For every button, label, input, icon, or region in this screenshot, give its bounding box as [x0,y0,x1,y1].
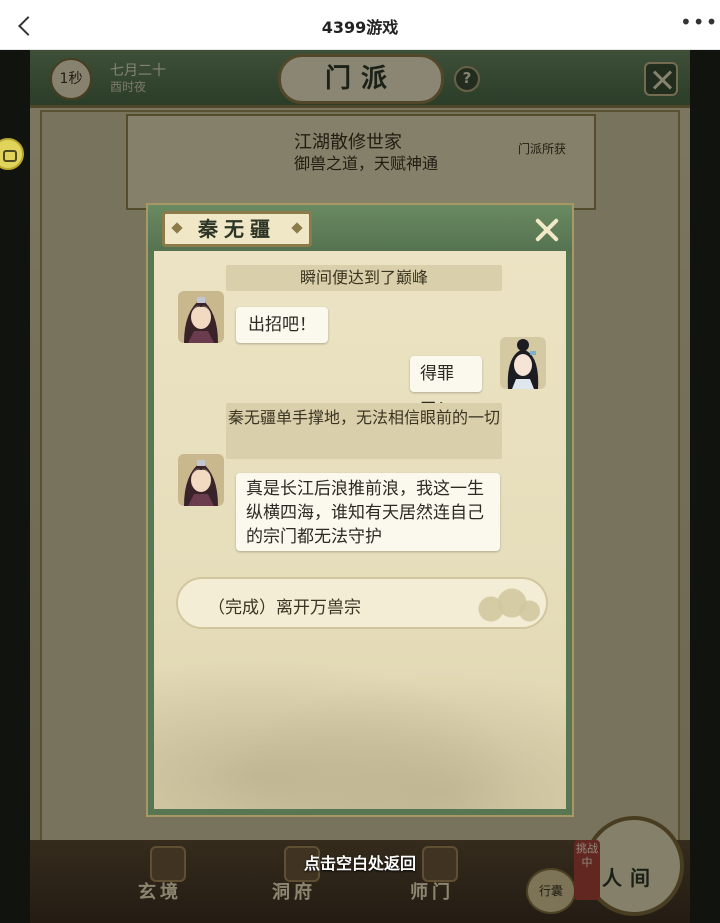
player-avatar [500,337,546,389]
close-icon[interactable] [532,215,562,245]
more-button[interactable]: ••• [680,12,717,36]
npc-avatar [178,454,224,506]
speaker-name-plate: 秦无疆 [162,211,312,247]
npc-avatar [178,291,224,343]
dialogue-log[interactable]: 瞬间便达到了巅峰 出招吧！ 得罪了！ 秦无疆单手撑地，无法 [154,251,566,809]
narration-line: 瞬间便达到了巅峰 [226,265,502,291]
dialogue-header: 秦无疆 [148,205,572,251]
player-speech-bubble: 得罪了！ [410,356,482,420]
dialogue-window: 秦无疆 瞬间便达到了巅峰 出招吧！ 得罪了！ [148,205,572,815]
more-dots-icon: ••• [680,10,719,34]
floating-widget-icon[interactable] [0,138,24,170]
tap-to-return-hint: 点击空白处返回 [303,854,416,873]
choice-label: （完成）离开万兽宗 [208,598,361,618]
page-title: 4399游戏 [321,18,399,37]
cloud-icon [470,585,540,625]
browser-top-bar: 4399游戏 ••• [0,0,720,50]
speaker-name: 秦无疆 [198,217,276,241]
narration-line: 秦无疆单手撑地，无法相信眼前的一切 [226,403,502,459]
dialogue-choice-button[interactable]: （完成）离开万兽宗 [176,577,548,629]
npc-speech-bubble: 真是长江后浪推前浪，我这一生纵横四海，谁知有天居然连自己的宗门都无法守护 [236,473,500,551]
npc-speech-bubble: 出招吧！ [236,307,328,343]
mountain-mist-decoration [154,639,566,809]
